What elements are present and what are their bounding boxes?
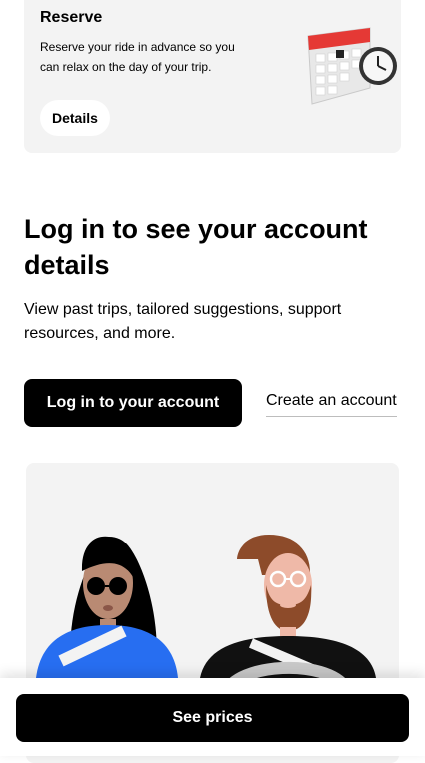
details-button[interactable]: Details — [40, 100, 110, 136]
login-heading: Log in to see your account details — [24, 214, 368, 280]
reserve-card: Reserve Reserve your ride in advance so … — [24, 0, 401, 153]
login-button[interactable]: Log in to your account — [24, 379, 242, 427]
reserve-title: Reserve — [40, 9, 103, 26]
create-account-link[interactable]: Create an account — [266, 392, 397, 417]
calendar-clock-icon — [307, 27, 397, 105]
bottom-action-bar: See prices — [0, 678, 425, 756]
see-prices-button[interactable]: See prices — [16, 694, 409, 742]
login-description: View past trips, tailored suggestions, s… — [24, 301, 342, 342]
reserve-description: Reserve your ride in advance so you can … — [40, 40, 235, 74]
